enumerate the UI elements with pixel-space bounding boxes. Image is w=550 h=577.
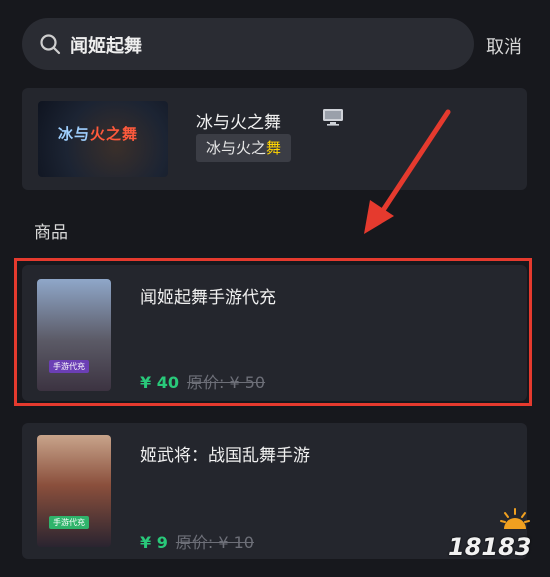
search-icon xyxy=(40,34,61,55)
game-result-card[interactable]: 冰与火之舞 冰与火之舞 冰与火之舞 xyxy=(22,88,527,190)
game-cover-image: 冰与火之舞 xyxy=(38,101,168,177)
game-tag[interactable]: 冰与火之舞 xyxy=(196,134,292,162)
price-row: ¥ 9 原价: ¥ 10 xyxy=(140,529,254,553)
product-thumbnail: 手游代充 xyxy=(37,279,111,391)
product-thumbnail: 手游代充 xyxy=(37,435,111,547)
game-title: 冰与火之舞 xyxy=(196,113,281,133)
product-name: 姬武将：战国乱舞手游 xyxy=(140,446,310,466)
product-price: ¥ 9 xyxy=(140,533,168,552)
game-cover-logo: 冰与火之舞 xyxy=(58,125,139,143)
section-title-products: 商品 xyxy=(34,223,68,243)
search-input[interactable]: 闻姬起舞 xyxy=(22,18,474,70)
product-price: ¥ 40 xyxy=(140,373,179,392)
original-price: 原价: ¥ 10 xyxy=(175,533,254,552)
product-name: 闻姬起舞手游代充 xyxy=(140,288,276,308)
original-price: 原价: ¥ 50 xyxy=(186,373,266,392)
monitor-icon xyxy=(323,109,343,126)
sun-icon xyxy=(500,508,530,529)
watermark-logo: 18183 xyxy=(446,505,544,567)
cancel-button[interactable]: 取消 xyxy=(486,33,522,59)
product-item[interactable]: 手游代充 闻姬起舞手游代充 ¥ 40 原价: ¥ 50 xyxy=(22,265,527,401)
price-row: ¥ 40 原价: ¥ 50 xyxy=(140,369,265,393)
search-query[interactable]: 闻姬起舞 xyxy=(70,32,142,58)
